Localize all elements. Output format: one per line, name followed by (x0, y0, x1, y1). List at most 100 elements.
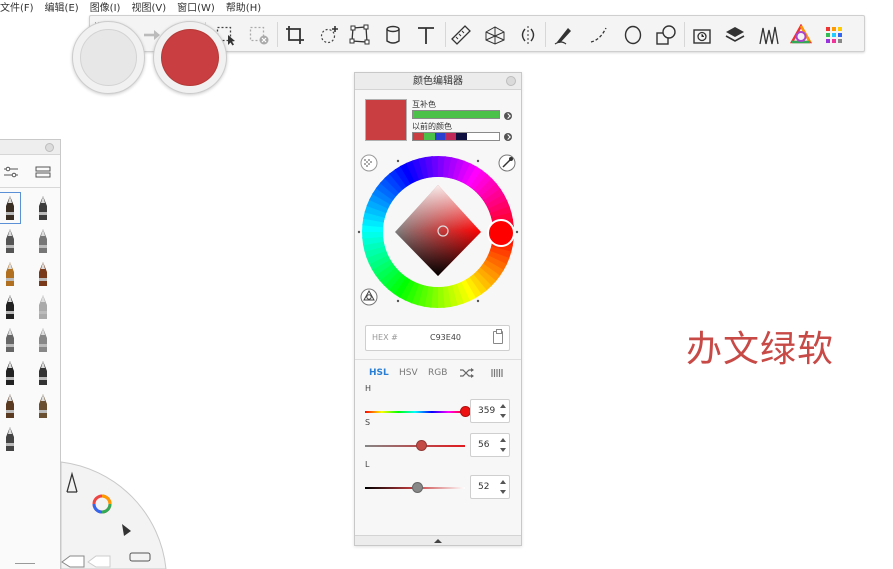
brush-preset-icon[interactable] (34, 293, 52, 321)
layers-icon[interactable] (722, 22, 748, 48)
tab-hsv[interactable]: HSV (399, 368, 418, 378)
brush-preset-icon[interactable] (34, 326, 52, 354)
select-tool-icon[interactable] (122, 524, 131, 536)
brush-preset-icon[interactable] (1, 392, 19, 420)
saturation-slider-row: S 56 (365, 418, 515, 460)
color-editor-title: 颜色编辑器 (413, 76, 463, 87)
saturation-slider-track[interactable] (365, 445, 465, 447)
hue-slider-row: H 359 (365, 384, 515, 426)
clear-selection-icon[interactable] (246, 22, 272, 48)
text-icon[interactable] (413, 22, 439, 48)
lightness-stepper[interactable] (500, 479, 506, 495)
color-wheel[interactable] (355, 149, 521, 319)
transform-icon[interactable] (316, 22, 342, 48)
lightness-slider-knob[interactable] (412, 482, 423, 493)
brush-preset-icon[interactable] (1, 326, 19, 354)
chevron-right-icon[interactable] (504, 112, 512, 120)
symmetry-icon[interactable] (515, 22, 541, 48)
previous-color-swatch[interactable] (423, 133, 435, 140)
menu-icon[interactable] (129, 552, 151, 562)
hue-marker[interactable] (487, 219, 515, 247)
brush-preset-icon[interactable] (1, 260, 19, 288)
collapse-handle[interactable] (355, 535, 521, 545)
hue-slider-track[interactable] (365, 411, 465, 413)
brush-preset-icon[interactable] (1, 293, 19, 321)
brush-library-icon[interactable] (755, 22, 781, 48)
redo-lagoon-icon[interactable] (87, 555, 111, 568)
saturation-stepper[interactable] (500, 437, 506, 453)
saturation-slider-knob[interactable] (416, 440, 427, 451)
color-wheel-icon[interactable] (788, 22, 814, 48)
crop-icon[interactable] (282, 22, 308, 48)
previous-colors-label: 以前的颜色 (412, 122, 452, 131)
brush-preset-icon[interactable] (34, 359, 52, 387)
swatch-strip-icon[interactable] (491, 368, 503, 381)
perspective-icon[interactable] (482, 22, 508, 48)
ellipse-icon[interactable] (620, 22, 646, 48)
color-editor-titlebar[interactable]: 颜色编辑器 (355, 73, 521, 90)
undo-lagoon-icon[interactable] (61, 555, 85, 568)
eyedropper-icon[interactable] (498, 154, 516, 172)
shuffle-icon[interactable] (459, 367, 475, 382)
brush-preset-icon[interactable] (1, 227, 19, 255)
color-wheel-icon[interactable] (92, 494, 112, 514)
hue-stepper[interactable] (500, 403, 506, 419)
complement-color-bar[interactable] (412, 110, 500, 119)
brush-preset-icon[interactable] (0, 192, 21, 224)
current-color-swatch[interactable] (365, 99, 407, 141)
brush-settings-icon[interactable] (3, 164, 19, 178)
hue-slider-label: H (365, 384, 372, 393)
stroke-color-puck[interactable] (72, 21, 145, 94)
menu-edit[interactable]: 编辑(E) (45, 0, 79, 17)
previous-color-swatch[interactable] (413, 133, 424, 140)
close-icon[interactable] (45, 143, 54, 152)
lightness-slider-row: L 52 (365, 460, 515, 502)
lightness-value-field[interactable]: 52 (470, 475, 510, 499)
timelapse-icon[interactable] (689, 22, 715, 48)
curve-icon[interactable] (586, 22, 612, 48)
watermark-text: 办文绿软 (686, 329, 835, 370)
distort-icon[interactable] (347, 22, 373, 48)
brush-palette-titlebar[interactable] (0, 140, 60, 155)
stroke-icon[interactable] (551, 22, 577, 48)
color-palette-icon[interactable] (821, 22, 847, 48)
brush-list-icon[interactable] (35, 164, 51, 178)
lightness-slider-label: L (365, 460, 370, 469)
previous-color-swatch[interactable] (477, 133, 489, 140)
hex-label: HEX # (372, 333, 398, 342)
fill-icon[interactable] (380, 22, 406, 48)
tab-rgb[interactable]: RGB (428, 368, 447, 378)
ruler-icon[interactable] (448, 22, 474, 48)
color-mode-tabs: HSL HSV RGB (369, 368, 509, 382)
saturation-value-field[interactable]: 56 (470, 433, 510, 457)
brush-preset-icon[interactable] (1, 425, 19, 453)
previous-color-swatch[interactable] (488, 133, 499, 140)
shapes-icon[interactable] (653, 22, 679, 48)
previous-color-swatch[interactable] (434, 133, 446, 140)
brush-preset-icon[interactable] (34, 260, 52, 288)
close-icon[interactable] (506, 76, 516, 86)
hex-value[interactable]: C93E40 (430, 333, 461, 342)
fill-color-puck[interactable] (153, 21, 227, 94)
menu-file[interactable]: 文件(F) (0, 0, 34, 17)
transparent-color-icon[interactable] (360, 154, 378, 172)
tab-hsl[interactable]: HSL (369, 368, 389, 378)
brush-preset-icon[interactable] (34, 392, 52, 420)
brush-preset-icon[interactable] (1, 359, 19, 387)
hex-input[interactable]: HEX # C93E40 (365, 325, 510, 351)
brush-palette-tabs (0, 155, 60, 188)
brush-preset-icon[interactable] (34, 194, 52, 222)
color-model-icon[interactable] (360, 288, 378, 306)
hue-value-field[interactable]: 359 (470, 399, 510, 423)
previous-color-swatch[interactable] (456, 133, 467, 140)
pen-tool-icon[interactable] (66, 471, 78, 493)
previous-color-swatch[interactable] (445, 133, 456, 140)
brush-preset-icon[interactable] (34, 227, 52, 255)
previous-colors-strip[interactable] (412, 132, 500, 141)
puck-left-swatch (80, 29, 137, 86)
previous-color-swatch[interactable] (466, 133, 478, 140)
chevron-right-icon[interactable] (504, 133, 512, 141)
clipboard-icon[interactable] (493, 329, 503, 344)
complement-label: 互补色 (412, 100, 436, 109)
color-editor-panel: 颜色编辑器 互补色 以前的颜色 HEX # C93E40 HSL HSV RGB… (354, 72, 522, 546)
